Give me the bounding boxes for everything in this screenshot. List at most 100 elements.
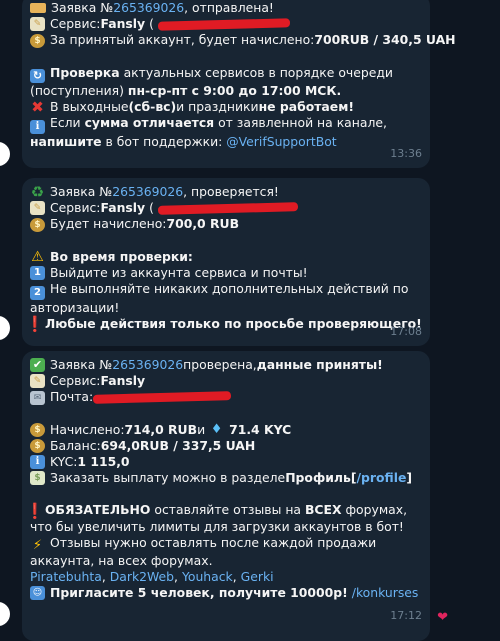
memo-icon: ✎ [30,17,45,32]
text: 1 115,0 [77,454,130,470]
redaction-mark [93,391,232,404]
text: сумма отличается [84,115,215,131]
money-bag-icon: $ [30,438,45,453]
text: Будет начислено: [50,216,167,232]
text: ОБЯЗАТЕЛЬНО [45,502,151,518]
message-line: ☺ Пригласите 5 человек, получите 10000р!… [30,585,420,601]
check-mark-icon: ✔ [30,358,45,373]
redaction-mark [157,201,299,215]
text: в бот поддержки: [101,134,227,150]
memo-icon: ✎ [30,374,45,389]
avatar[interactable] [0,316,10,340]
zap-icon: ⚡ [32,537,43,553]
text: напишите [30,134,102,150]
amount: 700RUB / 340,5 UAH [314,32,456,48]
forum-link-dark2web[interactable]: Dark2Web [110,569,174,585]
message-bubble[interactable]: ✔ Заявка № 265369026 проверена, данные пр… [22,351,430,641]
text: пн-ср-пт с 9:00 до 17:00 МСК. [127,82,342,98]
service-name: Fansly [100,16,146,32]
text: Заявка № [50,357,113,372]
message-line: $ Начислено: 714,0 RUB и ♦ 71.4 KYC [30,422,420,438]
message-bubble[interactable]: ♻ Заявка № 265369026, проверяется! ✎ Серв… [22,178,430,346]
profile-command-link[interactable]: /profile [357,470,407,486]
money-bag-icon: $ [30,33,45,48]
message-line: i Если сумма отличается от заявленной на … [30,115,420,150]
exclamation-icon: ❗ [25,315,45,334]
mail-icon: ✉ [30,390,45,405]
tag-icon [30,3,46,14]
text: ( [149,200,154,216]
application-id-link[interactable]: 265369026 [112,184,183,200]
text: Заказать выплату можно в разделе [50,470,286,486]
text: Любые действия только по просьбе проверя… [45,316,422,332]
text: , отправлена! [184,0,274,15]
text: Если [50,115,85,131]
text: KYC: [50,454,78,470]
application-id-link[interactable]: 265369026 [112,357,183,373]
text: Во время проверки: [50,248,193,264]
text: данные приняты! [256,357,383,372]
konkurses-command-link[interactable]: /konkurses [352,585,419,601]
text: В выходные [50,98,129,114]
forum-link-piratebuhta[interactable]: Piratebuhta [30,569,102,585]
text: и [197,421,206,437]
memo-icon: ✎ [30,201,45,216]
message-line: $ Будет начислено: 700,0 RUB [30,216,420,232]
message-line: ❗ Любые действия только по просьбе прове… [25,315,422,334]
message-line: ⚡ Отзывы нужно оставлять после каждой про… [30,535,420,569]
message-line: ♻ Заявка № 265369026, проверяется! [30,184,420,200]
service-name: Fansly [100,200,146,216]
text: Сервис: [50,200,101,216]
heart-icon[interactable]: ❤ [437,610,448,625]
text: (сб-вс) [128,98,177,114]
application-id-link[interactable]: 265369026 [113,0,184,16]
message-line: $ Заказать выплату можно в разделе Профи… [30,470,420,486]
money-bag-icon: $ [30,422,45,437]
message-line: ✎ Сервис: Fansly ( [30,16,420,32]
text: ВСЕХ [304,502,342,518]
text: Сервис: [50,373,101,389]
text: от заявленной на канале, [214,115,387,131]
message-time: 13:36 [390,146,422,160]
money-bag-icon: $ [30,217,45,232]
info-icon: i [30,455,45,470]
exclamation-icon: ❗ [25,502,45,521]
cycle-icon: ↻ [30,68,45,83]
service-name: Fansly [100,373,146,389]
message-line: ❗ОБЯЗАТЕЛЬНО оставляйте отзывы на ВСЕХ ф… [25,502,420,534]
message-line: i KYC: 1 115,0 [30,454,420,470]
support-bot-link[interactable]: @VerifSupportBot [226,134,336,149]
avatar[interactable] [0,602,10,626]
text: Пригласите 5 человек, получите 10000р! [50,585,348,601]
text: 714,0 RUB [124,421,198,437]
forum-link-youhack[interactable]: Youhack [182,569,233,585]
message-line: ⚠ Во время проверки: [30,249,420,265]
text: оставляйте отзывы на [150,502,305,518]
text: проверена, [183,357,257,372]
avatar[interactable] [0,142,10,166]
text: 71.4 KYC [229,421,292,437]
message-line: ✔ Заявка № 265369026 проверена, данные пр… [30,357,420,373]
text: Почта: [50,389,94,405]
message-line: 2 Не выполняйте никаких дополнительных де… [30,281,420,316]
text: и праздники [176,98,259,114]
people-icon: ☺ [30,586,45,601]
text: За принятый аккаунт, будет начислено: [50,32,315,48]
message-line: $ Баланс: 694,0RUB / 337,5 UAH [30,438,420,454]
message-line: ✉ Почта: [30,389,420,405]
forum-link-gerki[interactable]: Gerki [241,569,274,585]
amount: 700,0 RUB [166,216,240,232]
message-line: ✖ В выходные (сб-вс) и праздники не рабо… [30,99,420,115]
text: Отзывы нужно оставлять после каждой прод… [30,534,377,568]
keycap-2-icon: 2 [30,286,45,301]
text: Заявка № [50,184,113,199]
message-line: ✎ Сервис: Fansly ( [30,200,420,216]
text: Выйдите из аккаунта сервиса и почты! [50,264,308,280]
forum-links: Piratebuhta, Dark2Web, Youhack, Gerki [30,569,274,585]
text: Начислено: [50,421,125,437]
diamond-icon: ♦ [210,421,223,437]
text: ( [149,16,154,32]
message-line: $ За принятый аккаунт, будет начислено: … [30,32,456,48]
message-bubble[interactable]: Заявка № 265369026, отправлена! ✎ Сервис:… [22,0,456,168]
text: Не выполняйте никаких дополнительных дей… [30,281,409,316]
